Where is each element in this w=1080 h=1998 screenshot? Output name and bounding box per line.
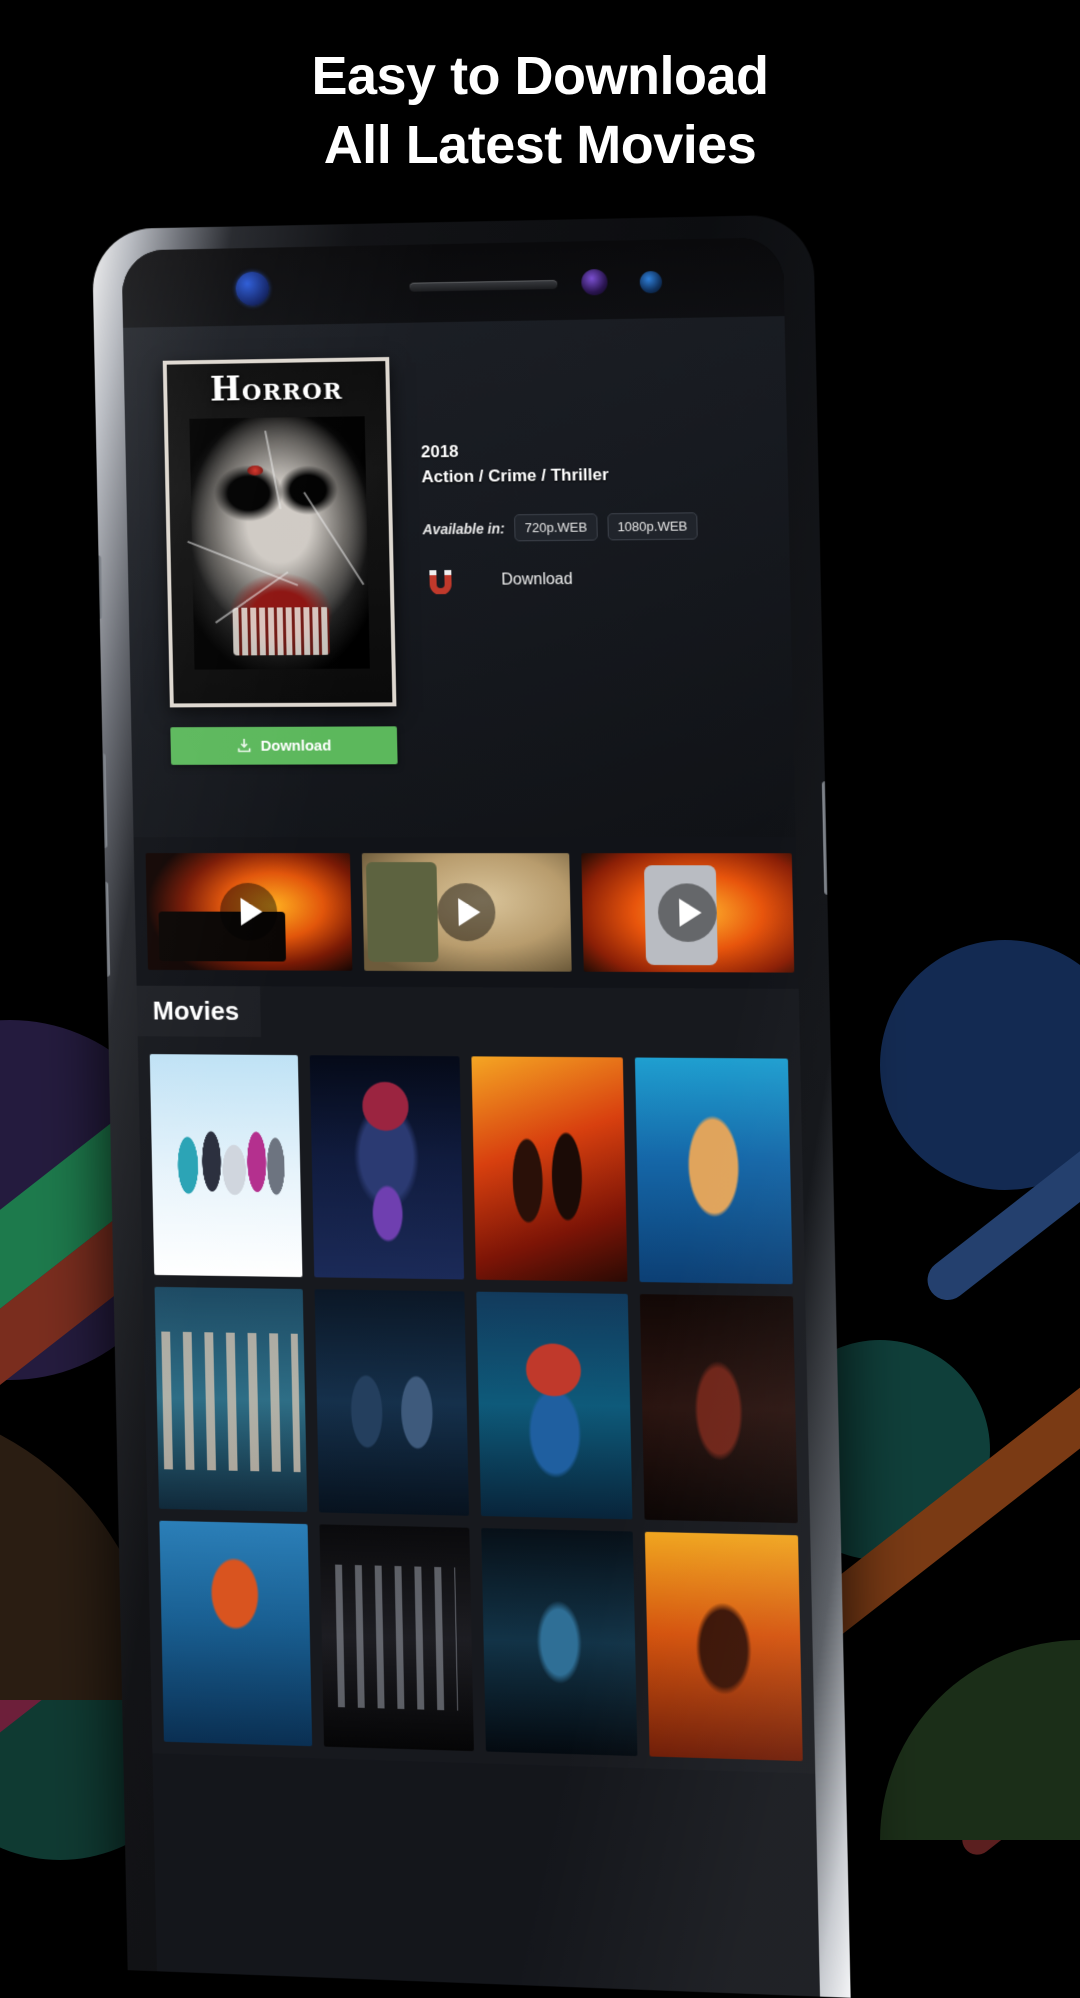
phone-screen-area: Horror 2018 Action / Crime / Thriller Av… (121, 237, 820, 1996)
play-icon[interactable] (220, 883, 278, 941)
movies-section-title: Movies (152, 996, 239, 1026)
download-button-label: Download (260, 737, 331, 754)
poster-art (640, 1295, 798, 1524)
poster-mary-poppins[interactable] (310, 1055, 464, 1280)
movie-genres: Action / Crime / Thriller (421, 461, 761, 490)
movie-poster-art: Horror (167, 361, 393, 703)
movies-grid (138, 1042, 816, 1774)
available-formats-row: Available in: 720p.WEB 1080p.WEB (422, 512, 762, 543)
poster-art (319, 1524, 474, 1751)
quality-badge-720p[interactable]: 720p.WEB (514, 514, 597, 542)
movies-section-header: Movies (137, 986, 800, 1047)
poster-fire-action[interactable] (645, 1532, 803, 1762)
decor-quarter-olive (880, 1640, 1080, 1840)
poster-mortal-engines[interactable] (471, 1056, 627, 1282)
poster-underwater[interactable] (481, 1528, 637, 1757)
poster-art (310, 1055, 464, 1280)
magnet-download-label: Download (501, 571, 573, 590)
play-icon[interactable] (437, 883, 496, 941)
magnet-download-row[interactable]: Download (423, 565, 763, 594)
trailer-thumb-art (366, 863, 438, 962)
download-tray-icon (236, 738, 252, 754)
headline-line-1: Easy to Download (0, 42, 1080, 111)
trailer-soldier[interactable] (362, 853, 572, 972)
poster-art (635, 1057, 793, 1284)
proximity-sensor-icon (640, 271, 663, 294)
front-camera-icon (581, 269, 608, 296)
poster-art (159, 1521, 312, 1747)
poster-brave[interactable] (159, 1521, 312, 1747)
earpiece-speaker-icon (409, 280, 557, 292)
movie-info-block: 2018 Action / Crime / Thriller Available… (421, 436, 764, 595)
headline-line-2: All Latest Movies (0, 111, 1080, 180)
poster-thriller-cast[interactable] (319, 1524, 474, 1751)
poster-aquaman[interactable] (635, 1057, 793, 1284)
trailer-firefighter[interactable] (581, 853, 794, 972)
poster-divergent[interactable] (315, 1290, 469, 1516)
poster-captain-america[interactable] (476, 1292, 632, 1519)
movie-detail-section: Horror 2018 Action / Crime / Thriller Av… (123, 316, 795, 837)
poster-eye-detail (247, 465, 263, 475)
play-icon[interactable] (657, 883, 717, 942)
poster-ensemble[interactable] (155, 1287, 308, 1512)
iris-scanner-icon (235, 272, 269, 306)
app-screen: Horror 2018 Action / Crime / Thriller Av… (123, 316, 820, 1997)
poster-frozen[interactable] (150, 1054, 303, 1277)
poster-teeth-detail (233, 607, 330, 655)
tab-movies[interactable]: Movies (137, 986, 262, 1037)
movie-poster-framed[interactable]: Horror (163, 357, 397, 707)
trailer-strip (134, 837, 799, 989)
poster-art (471, 1056, 627, 1282)
trailer-explosion[interactable] (146, 853, 353, 971)
poster-art (150, 1054, 303, 1277)
quality-badge-1080p[interactable]: 1080p.WEB (607, 513, 698, 541)
poster-title-text: Horror (167, 367, 386, 409)
promo-headline: Easy to Download All Latest Movies (0, 42, 1080, 180)
poster-art (481, 1528, 637, 1757)
poster-art (315, 1290, 469, 1516)
phone-top-bezel (121, 237, 784, 328)
magnet-icon (425, 568, 455, 594)
poster-art (645, 1532, 803, 1762)
poster-art (476, 1292, 632, 1519)
poster-dark-warrior[interactable] (640, 1295, 798, 1524)
available-in-label: Available in: (422, 520, 505, 537)
phone-mockup: Horror 2018 Action / Crime / Thriller Av… (92, 214, 851, 1997)
decor-blob-blue (880, 940, 1080, 1190)
download-button[interactable]: Download (170, 726, 397, 765)
poster-art (155, 1287, 308, 1512)
